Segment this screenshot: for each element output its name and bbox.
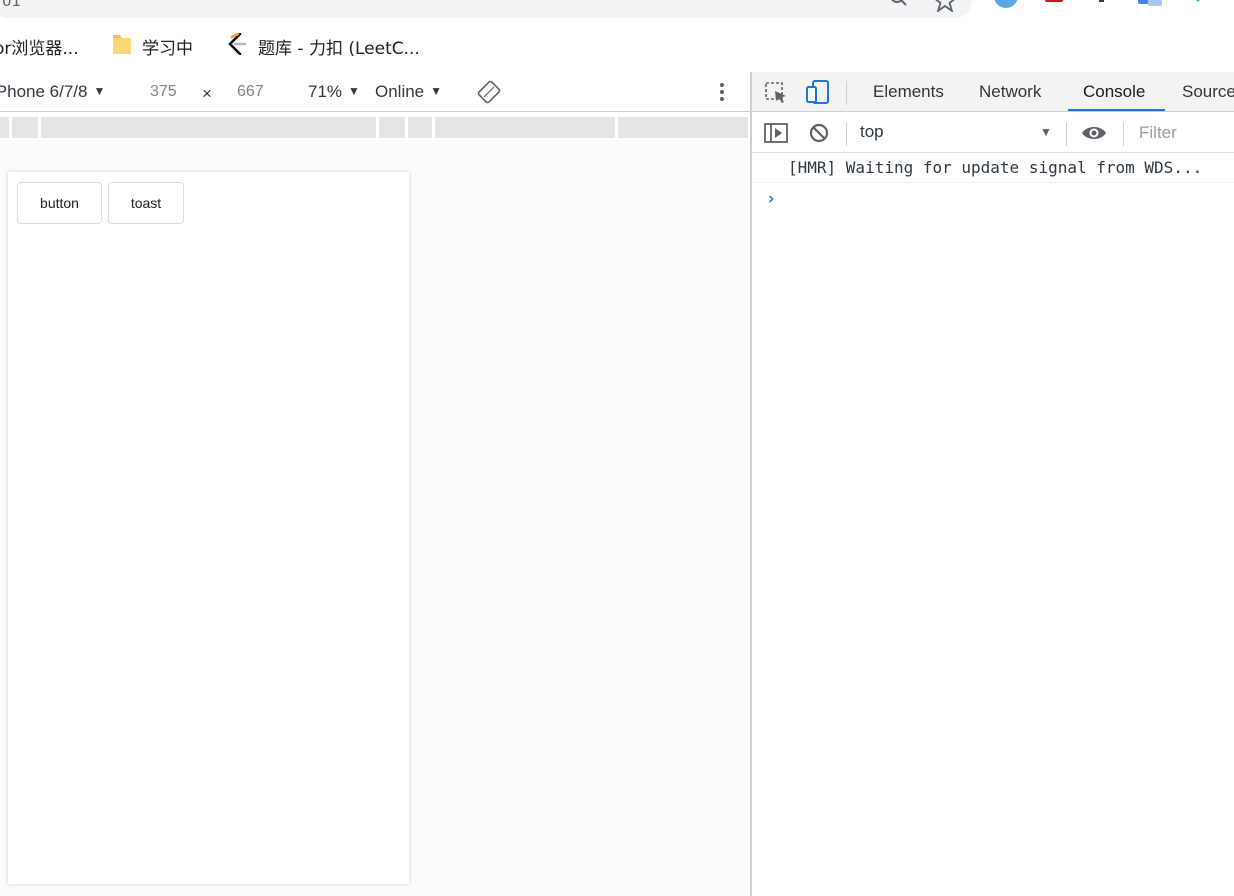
device-toggle-icon[interactable] bbox=[806, 80, 830, 109]
extension-icon-dark[interactable] bbox=[1094, 0, 1110, 15]
bookmark-label: or浏览器... bbox=[0, 38, 79, 59]
folder-icon bbox=[112, 33, 132, 60]
media-query-segment[interactable] bbox=[618, 117, 748, 138]
console-message: [HMR] Waiting for update signal from WDS… bbox=[752, 154, 1234, 183]
toolbar-divider bbox=[846, 122, 847, 146]
extension-icon-blue[interactable] bbox=[992, 0, 1020, 15]
address-text[interactable]: 01 bbox=[2, 0, 21, 10]
active-tab-indicator bbox=[1068, 109, 1165, 111]
bookmark-label: 学习中 bbox=[142, 38, 193, 59]
context-select[interactable]: top bbox=[860, 122, 884, 142]
search-icon[interactable] bbox=[888, 0, 910, 19]
tab-console[interactable]: Console bbox=[1083, 82, 1145, 102]
device-select[interactable]: iPhone 6/7/8 ▼ bbox=[0, 82, 105, 102]
omnibox[interactable] bbox=[0, 0, 972, 18]
height-input[interactable]: 667 bbox=[237, 83, 264, 101]
toast-button[interactable]: toast bbox=[108, 182, 184, 224]
dimension-separator: × bbox=[202, 84, 212, 103]
console-toolbar: top ▼ bbox=[752, 113, 1234, 153]
leetcode-icon bbox=[226, 32, 248, 60]
chevron-down-icon: ▼ bbox=[93, 84, 106, 98]
media-query-segment[interactable] bbox=[0, 117, 9, 138]
extension-icon-red[interactable] bbox=[1040, 0, 1068, 15]
network-select-label: Online bbox=[375, 82, 425, 101]
toolbar-divider bbox=[1123, 122, 1124, 146]
chevron-down-icon: ▼ bbox=[430, 84, 443, 98]
clear-console-icon[interactable] bbox=[809, 123, 829, 148]
extension-icon-vue[interactable] bbox=[1188, 0, 1208, 15]
device-select-label: iPhone 6/7/8 bbox=[0, 82, 88, 101]
more-options-icon[interactable] bbox=[718, 82, 726, 109]
star-icon[interactable] bbox=[934, 0, 956, 17]
network-throttle-select[interactable]: Online ▼ bbox=[375, 82, 442, 102]
devtools-tab-bar: Elements Network Console Source bbox=[752, 72, 1234, 112]
tab-elements[interactable]: Elements bbox=[873, 82, 944, 102]
console-prompt[interactable]: › bbox=[766, 189, 776, 209]
bookmark-folder-study[interactable]: 学习中 bbox=[112, 33, 193, 60]
media-query-segment[interactable] bbox=[12, 117, 38, 138]
console-filter-input[interactable] bbox=[1129, 118, 1234, 148]
media-query-segment[interactable] bbox=[408, 117, 432, 138]
media-query-segment[interactable] bbox=[379, 117, 405, 138]
rotate-icon[interactable] bbox=[477, 80, 501, 109]
media-query-segment[interactable] bbox=[435, 117, 615, 138]
bookmarks-bar: or浏览器... 学习中 题库 - 力扣 (LeetC... bbox=[0, 22, 1234, 70]
inspect-element-icon[interactable] bbox=[765, 82, 789, 109]
tab-sources[interactable]: Source bbox=[1182, 82, 1234, 102]
bookmark-item-leetcode[interactable]: 题库 - 力扣 (LeetC... bbox=[226, 32, 420, 60]
device-viewport-area: button toast bbox=[0, 140, 750, 896]
chevron-down-icon: ▼ bbox=[348, 84, 360, 98]
show-sidebar-icon[interactable] bbox=[764, 123, 788, 148]
devtools-panel: Elements Network Console Source top ▼ [H… bbox=[752, 72, 1234, 896]
zoom-select-label: 71% bbox=[308, 82, 343, 101]
bookmark-label: 题库 - 力扣 (LeetC... bbox=[258, 38, 420, 59]
media-query-bar bbox=[0, 114, 750, 140]
address-bar-area: 01 bbox=[0, 0, 1234, 22]
bookmark-item-browser[interactable]: or浏览器... bbox=[0, 34, 79, 59]
toolbar-divider bbox=[846, 81, 847, 105]
toolbar-divider bbox=[1066, 122, 1067, 146]
device-toolbar: iPhone 6/7/8 ▼ 375 × 667 71% ▼ Online ▼ bbox=[0, 72, 750, 112]
zoom-select[interactable]: 71% ▼ bbox=[308, 82, 360, 102]
extension-icon-translate[interactable] bbox=[1136, 0, 1164, 17]
width-input[interactable]: 375 bbox=[150, 83, 177, 101]
console-messages: [HMR] Waiting for update signal from WDS… bbox=[752, 154, 1234, 183]
live-expression-eye-icon[interactable] bbox=[1081, 124, 1107, 147]
tab-network[interactable]: Network bbox=[979, 82, 1041, 102]
media-query-segment[interactable] bbox=[41, 117, 376, 138]
page-button[interactable]: button bbox=[17, 182, 102, 224]
chevron-down-icon[interactable]: ▼ bbox=[1040, 125, 1052, 139]
emulated-device-screen: button toast bbox=[8, 172, 409, 884]
